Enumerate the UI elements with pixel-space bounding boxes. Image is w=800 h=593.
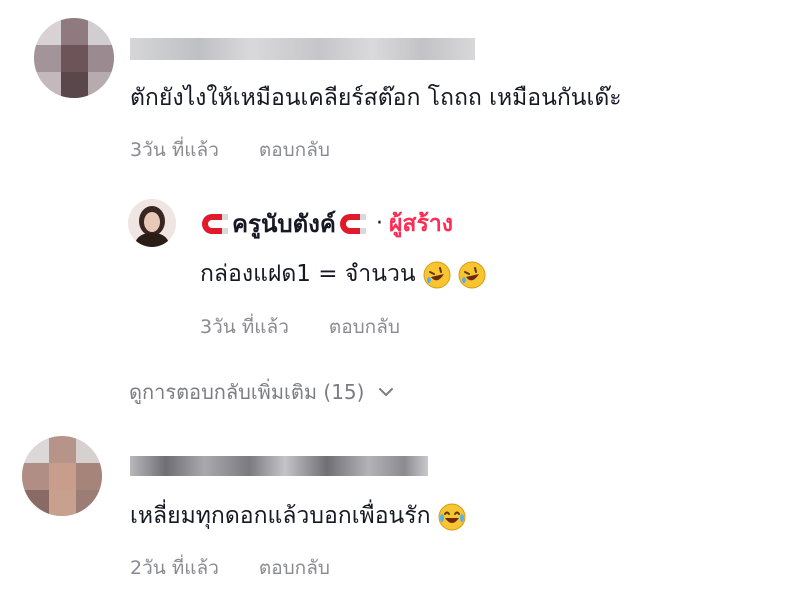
reply-text: กล่องแฝด1 = จำนวน (200, 261, 416, 287)
comment-time: 2วัน ที่แล้ว (130, 557, 219, 579)
creator-badge: ผู้สร้าง (388, 210, 453, 237)
creator-name[interactable]: ครูนับตังค์ (232, 204, 336, 243)
reply-time: 3วัน ที่แล้ว (200, 316, 289, 338)
magnet-emoji-icon (202, 213, 228, 234)
reply-text-row: กล่องแฝด1 = จำนวน (200, 256, 486, 292)
comment-text: เหลี่ยมทุกดอกแล้วบอกเพื่อนรัก (130, 503, 431, 529)
avatar[interactable] (22, 436, 102, 516)
tears-of-joy-emoji-icon (438, 503, 466, 530)
reply-author-row: ครูนับตังค์ · ผู้สร้าง (200, 204, 453, 243)
comment-item: ตักยังไงให้เหมือนเคลียร์สต๊อก โถถถ เหมือ… (0, 0, 800, 175)
username-blurred[interactable] (130, 38, 475, 60)
username-blurred[interactable] (130, 456, 428, 476)
separator-dot: · (375, 211, 383, 236)
comment-text: ตักยังไงให้เหมือนเคลียร์สต๊อก โถถถ เหมือ… (130, 85, 622, 111)
comment-meta: 2วัน ที่แล้ว ตอบกลับ (130, 553, 330, 583)
avatar[interactable] (34, 18, 114, 98)
rolling-laughing-emoji-icon (458, 261, 486, 288)
reply-button[interactable]: ตอบกลับ (259, 557, 330, 579)
comment-meta: 3วัน ที่แล้ว ตอบกลับ (130, 135, 330, 165)
chevron-down-icon (379, 388, 394, 396)
reply-meta: 3วัน ที่แล้ว ตอบกลับ (200, 312, 400, 342)
view-more-replies[interactable]: ดูการตอบกลับเพิ่มเติม (15) (129, 376, 394, 408)
creator-avatar[interactable] (128, 199, 176, 247)
reply-button[interactable]: ตอบกลับ (259, 139, 330, 161)
comment-text-row: เหลี่ยมทุกดอกแล้วบอกเพื่อนรัก (130, 498, 466, 534)
view-more-label: ดูการตอบกลับเพิ่มเติม (15) (129, 380, 365, 404)
magnet-emoji-icon (339, 213, 366, 234)
comment-time: 3วัน ที่แล้ว (130, 139, 219, 161)
rolling-laughing-emoji-icon (423, 261, 451, 288)
reply-button[interactable]: ตอบกลับ (329, 316, 400, 338)
comment-item: เหลี่ยมทุกดอกแล้วบอกเพื่อนรัก 2วัน ที่แล… (0, 420, 800, 593)
